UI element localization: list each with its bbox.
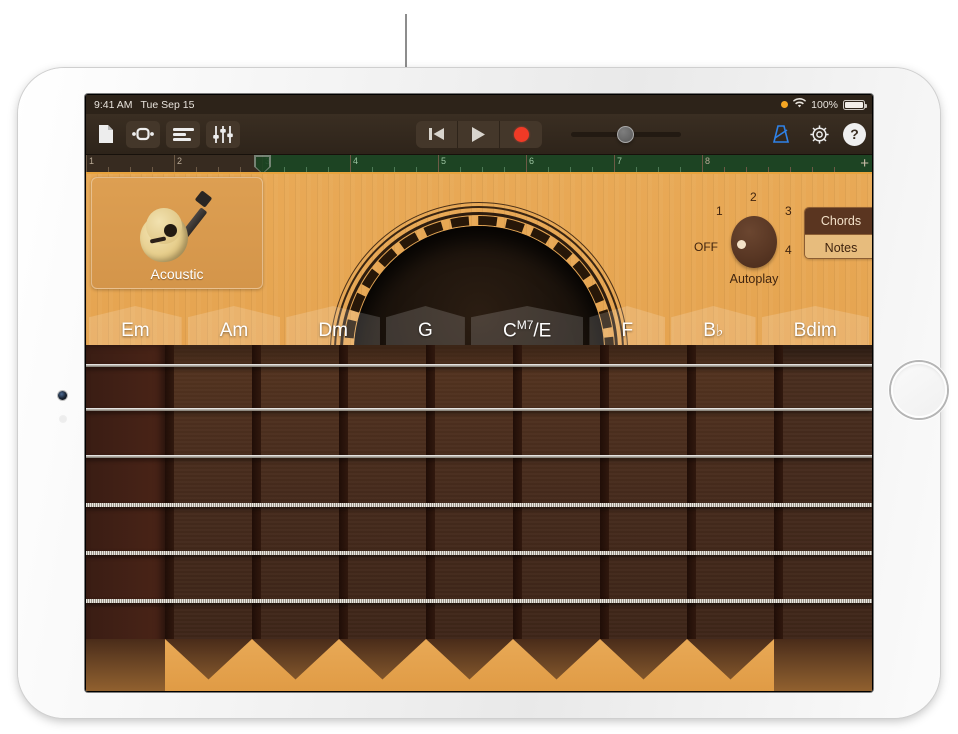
autoplay-control: OFF 1 2 3 4 Autoplay — [694, 186, 812, 291]
ruler-bar-label: 1 — [86, 156, 94, 166]
instrument-card-acoustic[interactable]: Acoustic — [91, 177, 263, 289]
guitar-string[interactable] — [86, 551, 872, 555]
ruler-bar-label: 4 — [350, 156, 358, 166]
toolbar-left-group — [92, 114, 240, 154]
chord-label: F — [621, 320, 633, 346]
status-bar: 9:41 AM Tue Sep 15 100% — [86, 95, 872, 114]
status-time: 9:41 AM — [94, 99, 133, 111]
chord-strip-am[interactable]: Am — [185, 306, 284, 346]
chord-strip-f[interactable]: F — [586, 306, 668, 346]
add-track-button[interactable]: + — [860, 156, 869, 171]
autoplay-label: Autoplay — [712, 272, 796, 286]
autoplay-knob[interactable] — [731, 216, 777, 268]
autoplay-position-off[interactable]: OFF — [694, 240, 718, 254]
transport-controls — [416, 114, 542, 154]
chord-label: B♭ — [703, 320, 723, 346]
metronome-button[interactable] — [767, 121, 795, 148]
document-icon — [98, 124, 114, 144]
status-bar-left: 9:41 AM Tue Sep 15 — [94, 99, 194, 111]
loop-icon — [132, 127, 154, 141]
guitar-string[interactable] — [86, 455, 872, 458]
instrument-card-label: Acoustic — [151, 266, 204, 282]
guitar-string[interactable] — [86, 599, 872, 603]
status-date: Tue Sep 15 — [141, 99, 195, 111]
screenshot-root: 9:41 AM Tue Sep 15 100% — [0, 0, 958, 734]
microphone-in-use-icon — [781, 101, 788, 108]
rewind-icon — [429, 127, 445, 141]
guitar-string[interactable] — [86, 364, 872, 367]
tracks-view-button[interactable] — [166, 121, 200, 148]
chord-label: Em — [121, 320, 150, 346]
chord-strip-bb[interactable]: B♭ — [668, 306, 758, 346]
autoplay-position-4[interactable]: 4 — [785, 243, 792, 257]
mode-option-chords[interactable]: Chords — [805, 208, 872, 234]
ruler-bar-label: 6 — [526, 156, 534, 166]
home-button[interactable] — [891, 362, 947, 418]
battery-percent-label: 100% — [811, 99, 838, 111]
chord-strip-cm7-e[interactable]: CM7/E — [468, 306, 587, 346]
battery-icon — [843, 100, 865, 110]
tracks-icon — [173, 127, 194, 141]
my-songs-button[interactable] — [92, 121, 120, 148]
toolbar-right-group: ? — [767, 114, 866, 154]
ruler-bar-label: 2 — [174, 156, 182, 166]
wifi-icon — [793, 98, 806, 111]
ruler-bar-label: 8 — [702, 156, 710, 166]
chord-chevron-edge — [774, 639, 872, 691]
autoplay-position-2[interactable]: 2 — [750, 190, 757, 204]
chord-strip-g[interactable]: G — [383, 306, 468, 346]
guitar-string[interactable] — [86, 408, 872, 411]
guitar-string[interactable] — [86, 503, 872, 507]
mode-option-notes[interactable]: Notes — [805, 234, 872, 259]
chord-chevron-edge — [86, 639, 165, 691]
master-volume-slider[interactable] — [571, 128, 681, 140]
ipad-screen: 9:41 AM Tue Sep 15 100% — [86, 95, 872, 691]
chord-label: Bdim — [794, 320, 837, 346]
metronome-icon — [771, 124, 791, 144]
guitar-instrument-area: Acoustic OFF 1 2 3 4 Autoplay Chords Not… — [86, 174, 872, 691]
help-button[interactable]: ? — [843, 123, 866, 146]
settings-button[interactable] — [805, 121, 833, 148]
rewind-button[interactable] — [416, 121, 458, 148]
chord-label: G — [418, 320, 433, 346]
front-camera — [58, 391, 67, 400]
chord-label: Am — [220, 320, 249, 346]
fx-button[interactable] — [206, 121, 240, 148]
record-icon — [514, 127, 529, 142]
toolbar: ? — [86, 114, 872, 155]
play-icon — [471, 127, 486, 142]
acoustic-guitar-icon — [134, 190, 220, 264]
ruler-bar-label: 5 — [438, 156, 446, 166]
chords-notes-toggle: Chords Notes — [804, 207, 872, 259]
fretboard[interactable] — [86, 345, 872, 691]
autoplay-position-3[interactable]: 3 — [785, 204, 792, 218]
chord-strip-bdim[interactable]: Bdim — [759, 306, 872, 346]
chord-label: Dm — [318, 320, 348, 346]
play-button[interactable] — [458, 121, 500, 148]
sliders-icon — [213, 126, 233, 143]
chord-strip-row: Em Am Dm G CM7/E — [86, 306, 872, 346]
record-button[interactable] — [500, 121, 542, 148]
slider-knob[interactable] — [617, 126, 634, 143]
ruler-bar-label: 7 — [614, 156, 622, 166]
autoplay-knob-indicator — [737, 240, 746, 249]
ruler[interactable]: 1 2 3 4 5 6 7 — [86, 155, 872, 174]
status-bar-right: 100% — [781, 98, 865, 111]
chord-strip-dm[interactable]: Dm — [283, 306, 383, 346]
ipad-device: 9:41 AM Tue Sep 15 100% — [18, 68, 940, 718]
loop-browser-button[interactable] — [126, 121, 160, 148]
ambient-light-sensor — [60, 416, 66, 422]
chord-strip-em[interactable]: Em — [86, 306, 185, 346]
autoplay-position-1[interactable]: 1 — [716, 204, 723, 218]
chord-label: CM7/E — [503, 318, 551, 346]
gear-icon — [809, 124, 830, 145]
